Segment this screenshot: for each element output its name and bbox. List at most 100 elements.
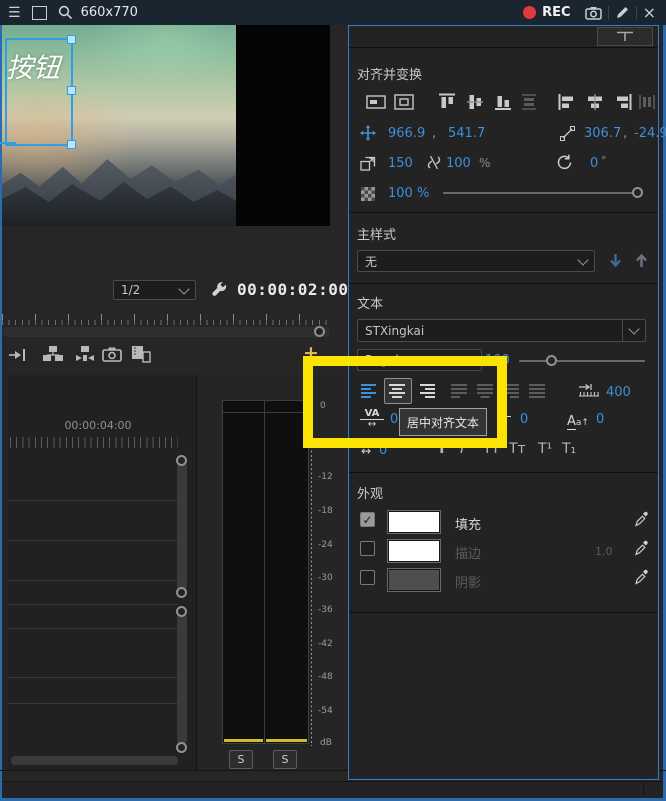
meter-scale-label: -54 bbox=[318, 706, 333, 716]
scrollbar-knob[interactable] bbox=[176, 606, 187, 617]
shadow-checkbox[interactable] bbox=[360, 570, 375, 585]
timeline-horizontal-scrollbar[interactable] bbox=[11, 756, 178, 765]
meter-scale-label: -36 bbox=[318, 605, 333, 615]
track-divider bbox=[8, 540, 178, 541]
divider bbox=[643, 782, 644, 797]
baseline-shift-icon[interactable]: Aa↑ bbox=[567, 410, 589, 430]
stroke-eyedropper-icon[interactable] bbox=[634, 540, 650, 556]
meter-scale-label: -24 bbox=[318, 540, 333, 550]
timeline-ruler[interactable] bbox=[10, 437, 178, 448]
export-frames-icon[interactable] bbox=[130, 344, 152, 364]
add-clip-icon[interactable] bbox=[42, 345, 64, 363]
scale-icon[interactable] bbox=[360, 156, 376, 171]
divider bbox=[349, 47, 658, 48]
solo-right-button[interactable]: S bbox=[273, 750, 297, 769]
camera-icon[interactable] bbox=[584, 6, 602, 20]
align-right-icon[interactable] bbox=[614, 93, 632, 111]
program-scrubber-handle[interactable] bbox=[314, 326, 325, 337]
small-caps-button[interactable]: Tт bbox=[509, 441, 526, 457]
fill-color-swatch[interactable] bbox=[387, 510, 441, 534]
program-ruler[interactable] bbox=[2, 311, 330, 325]
rotation-value[interactable]: 0 bbox=[590, 156, 598, 171]
font-size-slider-track[interactable] bbox=[519, 360, 645, 362]
anchor-x-value[interactable]: 306.7 bbox=[584, 126, 621, 141]
align-left-icon[interactable] bbox=[558, 93, 576, 111]
selection-handle[interactable] bbox=[67, 35, 76, 44]
rec-indicator[interactable] bbox=[523, 6, 537, 19]
monitor-black-area bbox=[236, 25, 330, 226]
opacity-slider-track[interactable] bbox=[443, 192, 643, 194]
push-style-up-icon[interactable] bbox=[633, 252, 650, 269]
insert-icon[interactable] bbox=[8, 347, 28, 363]
program-scrubber-track[interactable] bbox=[2, 327, 330, 337]
font-size-slider-handle[interactable] bbox=[546, 355, 557, 366]
selection-handle[interactable] bbox=[67, 86, 76, 95]
push-style-down-icon[interactable] bbox=[607, 252, 624, 269]
align-bottom-icon[interactable] bbox=[494, 93, 512, 111]
anchor-y-value[interactable]: -24.9 bbox=[634, 126, 666, 141]
font-family-select[interactable]: STXingkai bbox=[357, 319, 646, 342]
opacity-value[interactable]: 100 % bbox=[388, 186, 429, 201]
add-clip-alt-icon[interactable] bbox=[74, 345, 96, 363]
menu-icon[interactable]: ☰ bbox=[8, 5, 21, 21]
audio-tracks-scrollbar[interactable] bbox=[177, 613, 187, 745]
close-icon[interactable]: × bbox=[643, 3, 656, 22]
leading-value[interactable]: 0 bbox=[520, 412, 528, 427]
wrench-icon[interactable] bbox=[210, 281, 228, 299]
tab-width-icon[interactable] bbox=[578, 383, 600, 398]
playback-resolution-select[interactable]: 1/2 bbox=[113, 280, 196, 300]
distribute-vertical-icon[interactable] bbox=[520, 93, 538, 111]
align-top-icon[interactable] bbox=[438, 93, 456, 111]
link-broken-icon[interactable] bbox=[426, 154, 442, 171]
position-icon[interactable] bbox=[360, 125, 376, 141]
fill-checkbox[interactable]: ✓ bbox=[360, 512, 375, 527]
subscript-button[interactable]: T₁ bbox=[562, 441, 576, 457]
pencil-icon[interactable] bbox=[615, 5, 630, 20]
scrollbar-knob[interactable] bbox=[176, 455, 187, 466]
divider bbox=[349, 283, 658, 284]
solo-left-button[interactable]: S bbox=[229, 750, 253, 769]
chevron-down-icon bbox=[178, 282, 190, 295]
rotation-icon[interactable] bbox=[556, 154, 573, 171]
timeline-panel[interactable] bbox=[8, 375, 197, 770]
track-divider bbox=[8, 703, 178, 704]
shadow-color-swatch[interactable] bbox=[387, 568, 441, 592]
scale-width-value[interactable]: 100 bbox=[446, 156, 471, 171]
scrollbar-knob[interactable] bbox=[176, 742, 187, 753]
distribute-horizontal-icon[interactable] bbox=[638, 93, 656, 111]
justify-all-button[interactable] bbox=[528, 383, 546, 399]
scrollbar-knob[interactable] bbox=[176, 587, 187, 598]
align-to-frame-icon[interactable] bbox=[366, 94, 386, 110]
tooltip: 居中对齐文本 bbox=[399, 408, 487, 436]
align-to-selection-icon[interactable] bbox=[394, 94, 414, 110]
video-tracks-scrollbar[interactable] bbox=[177, 461, 187, 591]
selection-handle[interactable] bbox=[67, 140, 76, 149]
anchor-point-icon[interactable] bbox=[560, 126, 575, 141]
stroke-width-value[interactable]: 1.0 bbox=[595, 545, 613, 558]
program-timecode[interactable]: 00:00:02:00 bbox=[237, 280, 348, 299]
align-bottom-tool-button[interactable] bbox=[597, 27, 653, 46]
opacity-icon[interactable] bbox=[361, 187, 375, 201]
snapshot-icon[interactable] bbox=[102, 346, 122, 362]
shadow-eyedropper-icon[interactable] bbox=[634, 569, 650, 585]
position-y-value[interactable]: 541.7 bbox=[448, 126, 485, 141]
appearance-title: 外观 bbox=[357, 487, 384, 502]
master-style-value: 无 bbox=[365, 254, 378, 269]
opacity-slider-handle[interactable] bbox=[632, 187, 643, 198]
superscript-button[interactable]: T¹ bbox=[538, 441, 552, 457]
timeline-timestamp: 00:00:04:00 bbox=[64, 419, 132, 432]
position-x-value[interactable]: 966.9 bbox=[388, 126, 425, 141]
master-style-select[interactable]: 无 bbox=[357, 250, 595, 272]
fill-eyedropper-icon[interactable] bbox=[634, 511, 650, 527]
meter-scale-label: -48 bbox=[318, 672, 333, 682]
scale-value[interactable]: 150 bbox=[388, 156, 413, 171]
search-icon[interactable] bbox=[58, 5, 73, 20]
stroke-checkbox[interactable] bbox=[360, 541, 375, 556]
tab-width-value[interactable]: 400 bbox=[606, 385, 631, 400]
align-hcenter-icon[interactable] bbox=[586, 93, 604, 111]
align-vcenter-icon[interactable] bbox=[466, 93, 484, 111]
baseline-shift-value[interactable]: 0 bbox=[596, 412, 604, 427]
stroke-color-swatch[interactable] bbox=[387, 539, 441, 563]
window-icon[interactable] bbox=[31, 5, 47, 20]
selection-bounding-box[interactable] bbox=[5, 35, 76, 149]
